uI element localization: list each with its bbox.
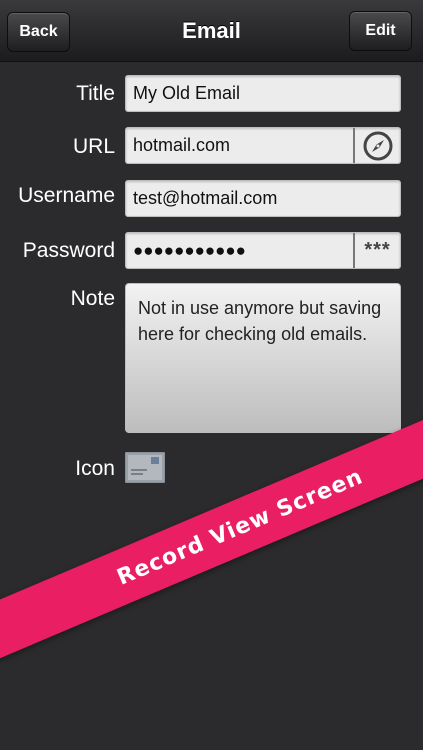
note-label: Note: [70, 287, 115, 310]
navigation-bar: Back Email Edit: [0, 0, 423, 62]
title-value: My Old Email: [133, 83, 241, 103]
title-field[interactable]: My Old Email: [125, 75, 401, 112]
icon-label: Icon: [75, 457, 115, 480]
envelope-icon[interactable]: [124, 451, 166, 484]
edit-button[interactable]: Edit: [349, 11, 412, 51]
password-label: Password: [22, 239, 115, 262]
reveal-password-label: ***: [364, 239, 391, 261]
password-field[interactable]: ●●●●●●●●●●● ***: [125, 232, 401, 269]
compass-icon[interactable]: [353, 128, 400, 163]
url-value: hotmail.com: [133, 135, 231, 155]
note-field[interactable]: Not in use anymore but saving here for c…: [125, 283, 401, 433]
title-label: Title: [76, 82, 115, 105]
password-value: ●●●●●●●●●●●: [133, 240, 246, 260]
url-field[interactable]: hotmail.com: [125, 127, 401, 164]
reveal-password-toggle[interactable]: ***: [353, 233, 400, 268]
username-field[interactable]: test@hotmail.com: [125, 180, 401, 217]
url-label: URL: [72, 135, 115, 158]
username-label: Username: [18, 184, 115, 207]
username-value: test@hotmail.com: [133, 188, 278, 208]
